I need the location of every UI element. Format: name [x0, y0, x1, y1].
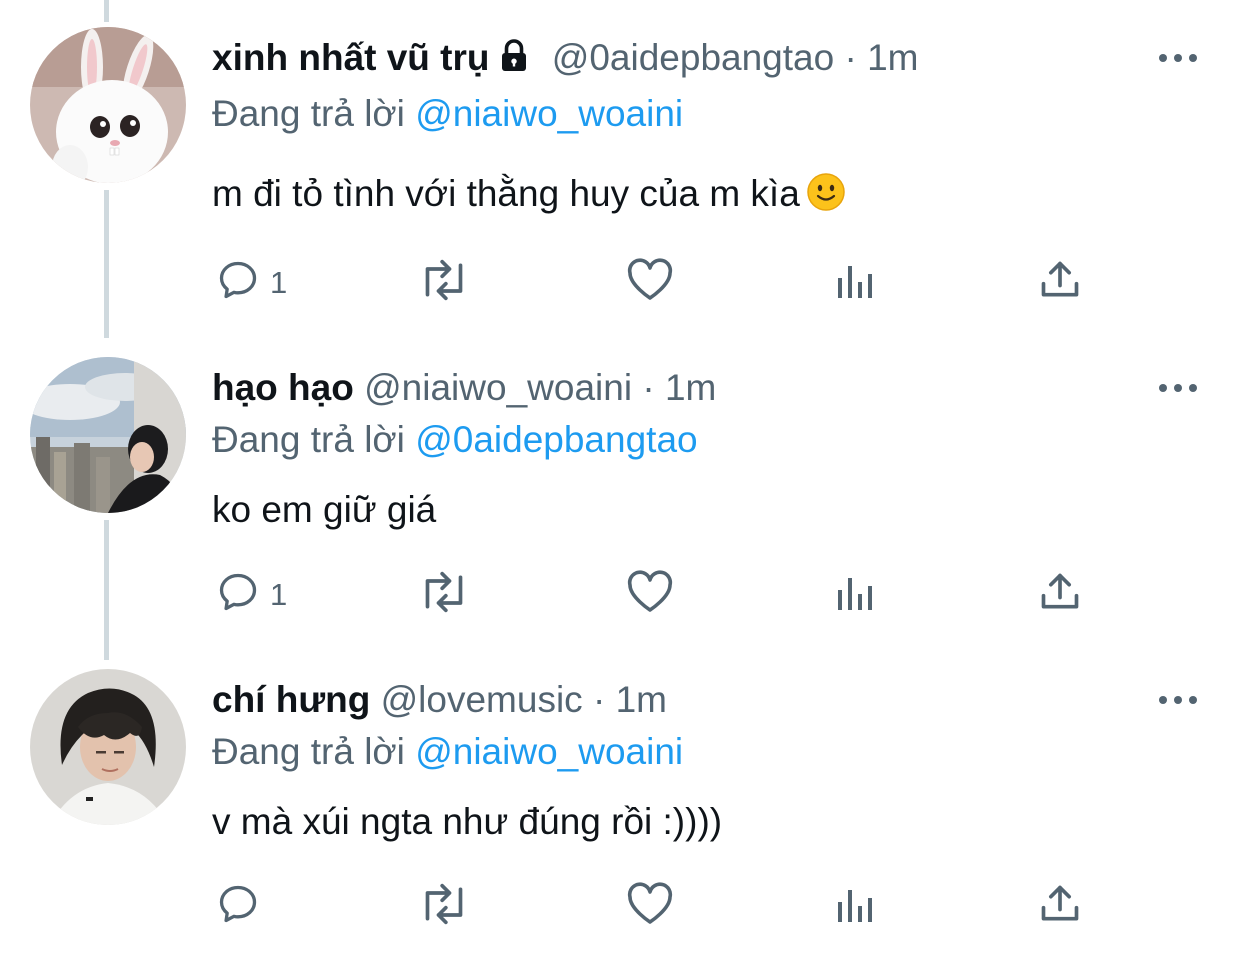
avatar[interactable] — [30, 357, 186, 513]
display-name[interactable]: chí hưng — [212, 679, 370, 720]
timestamp[interactable]: · 1m — [593, 679, 667, 720]
analytics-button[interactable] — [834, 574, 874, 619]
avatar[interactable] — [30, 669, 186, 825]
analytics-button[interactable] — [834, 886, 874, 931]
analytics-button[interactable] — [834, 262, 874, 307]
reply-button[interactable]: 1 — [216, 570, 287, 619]
replying-to: Đang trả lời @niaiwo_woaini — [212, 726, 1202, 778]
tweet-content: hạo hạo @niaiwo_woaini · 1m Đang trả lời… — [212, 362, 1202, 536]
tweet-header: xinh nhất vũ trụ @0aidepbangtao · 1m — [212, 32, 1202, 88]
tweet-text: m đi tỏ tình với thằng huy của m kìa — [212, 168, 1202, 226]
retweet-icon — [416, 882, 472, 931]
tweet-text: ko em giữ giá — [212, 489, 437, 530]
slightly-smiling-face-icon — [806, 172, 846, 226]
share-icon — [1038, 882, 1082, 931]
avatar[interactable] — [30, 27, 186, 183]
like-button[interactable] — [626, 258, 674, 307]
tweet-actions: 1 — [212, 254, 1092, 314]
reply-icon — [216, 570, 260, 619]
reply-prefix: Đang trả lời — [212, 93, 405, 134]
more-options-icon[interactable] — [1158, 380, 1198, 398]
tweet-text-body: m đi tỏ tình với thằng huy của m kìa — [212, 173, 800, 214]
display-name[interactable]: xinh nhất vũ trụ — [212, 37, 490, 78]
reply-to-link[interactable]: @niaiwo_woaini — [415, 731, 683, 772]
reply-icon — [216, 258, 260, 307]
share-button[interactable] — [1038, 882, 1082, 931]
reply-icon — [216, 882, 260, 931]
tweet-content: chí hưng @lovemusic · 1m Đang trả lời @n… — [212, 674, 1202, 848]
share-icon — [1038, 258, 1082, 307]
retweet-icon — [416, 570, 472, 619]
reply-button[interactable]: 1 — [216, 258, 287, 307]
tweet-header: hạo hạo @niaiwo_woaini · 1m — [212, 362, 1202, 414]
like-button[interactable] — [626, 570, 674, 619]
share-icon — [1038, 570, 1082, 619]
replying-to: Đang trả lời @niaiwo_woaini — [212, 88, 1202, 140]
retweet-icon — [416, 258, 472, 307]
more-options-icon[interactable] — [1158, 692, 1198, 710]
retweet-button[interactable] — [416, 258, 472, 307]
heart-icon — [626, 882, 674, 931]
tweet[interactable]: xinh nhất vũ trụ @0aidepbangtao · 1m Đan… — [0, 0, 1242, 312]
reply-prefix: Đang trả lời — [212, 419, 405, 460]
reply-count: 1 — [270, 576, 288, 612]
analytics-icon — [834, 886, 874, 931]
retweet-button[interactable] — [416, 570, 472, 619]
tweet[interactable]: hạo hạo @niaiwo_woaini · 1m Đang trả lời… — [0, 330, 1242, 642]
tweet-header: chí hưng @lovemusic · 1m — [212, 674, 1202, 726]
tweet-actions: 1 — [212, 566, 1092, 626]
timestamp[interactable]: · 1m — [844, 37, 918, 78]
tweet-actions — [212, 878, 1092, 938]
handle[interactable]: @niaiwo_woaini — [364, 367, 632, 408]
replying-to: Đang trả lời @0aidepbangtao — [212, 414, 1202, 466]
analytics-icon — [834, 262, 874, 307]
reply-count: 1 — [270, 264, 288, 300]
heart-icon — [626, 258, 674, 307]
like-button[interactable] — [626, 882, 674, 931]
reply-button[interactable] — [216, 882, 270, 931]
handle[interactable]: @0aidepbangtao — [552, 37, 834, 78]
reply-to-link[interactable]: @0aidepbangtao — [415, 419, 697, 460]
tweet[interactable]: chí hưng @lovemusic · 1m Đang trả lời @n… — [0, 642, 1242, 954]
tweet-text: v mà xúi ngta như đúng rồi :)))) — [212, 801, 723, 842]
share-button[interactable] — [1038, 570, 1082, 619]
tweet-content: xinh nhất vũ trụ @0aidepbangtao · 1m Đan… — [212, 32, 1202, 226]
analytics-icon — [834, 574, 874, 619]
more-options-icon[interactable] — [1158, 50, 1198, 68]
timestamp[interactable]: · 1m — [642, 367, 716, 408]
reply-prefix: Đang trả lời — [212, 731, 405, 772]
reply-to-link[interactable]: @niaiwo_woaini — [415, 93, 683, 134]
heart-icon — [626, 570, 674, 619]
handle[interactable]: @lovemusic — [381, 679, 583, 720]
lock-icon — [496, 36, 532, 88]
retweet-button[interactable] — [416, 882, 472, 931]
share-button[interactable] — [1038, 258, 1082, 307]
display-name[interactable]: hạo hạo — [212, 367, 354, 408]
